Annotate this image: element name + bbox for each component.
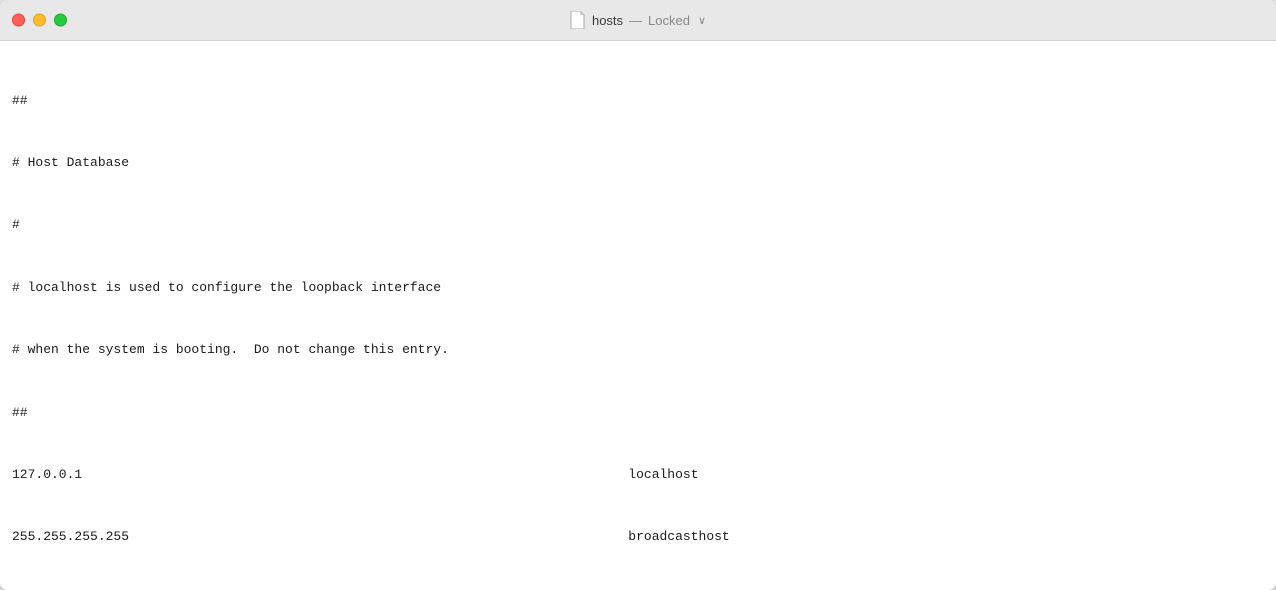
line-1: ## <box>12 91 1264 112</box>
minimize-button[interactable] <box>33 14 46 27</box>
titlebar: hosts — Locked ∨ <box>0 0 1276 41</box>
line-7: 127.0.0.1 localhost <box>12 465 1264 486</box>
line-5: # when the system is booting. Do not cha… <box>12 340 1264 361</box>
window-controls <box>12 14 67 27</box>
line-3: # <box>12 215 1264 236</box>
file-content: ## # Host Database # # localhost is used… <box>0 41 1276 590</box>
app-window: hosts — Locked ∨ ## # Host Database # # … <box>0 0 1276 590</box>
maximize-button[interactable] <box>54 14 67 27</box>
titlebar-center: hosts — Locked ∨ <box>570 11 706 29</box>
file-icon <box>570 11 586 29</box>
line-2: # Host Database <box>12 153 1264 174</box>
titlebar-status: Locked <box>648 13 690 28</box>
close-button[interactable] <box>12 14 25 27</box>
chevron-down-icon[interactable]: ∨ <box>698 14 706 27</box>
line-4: # localhost is used to configure the loo… <box>12 278 1264 299</box>
titlebar-separator: — <box>629 13 642 28</box>
code-editor[interactable]: ## # Host Database # # localhost is used… <box>12 49 1264 590</box>
line-8: 255.255.255.255 broadcasthost <box>12 527 1264 548</box>
titlebar-filename: hosts <box>592 13 623 28</box>
line-6: ## <box>12 403 1264 424</box>
